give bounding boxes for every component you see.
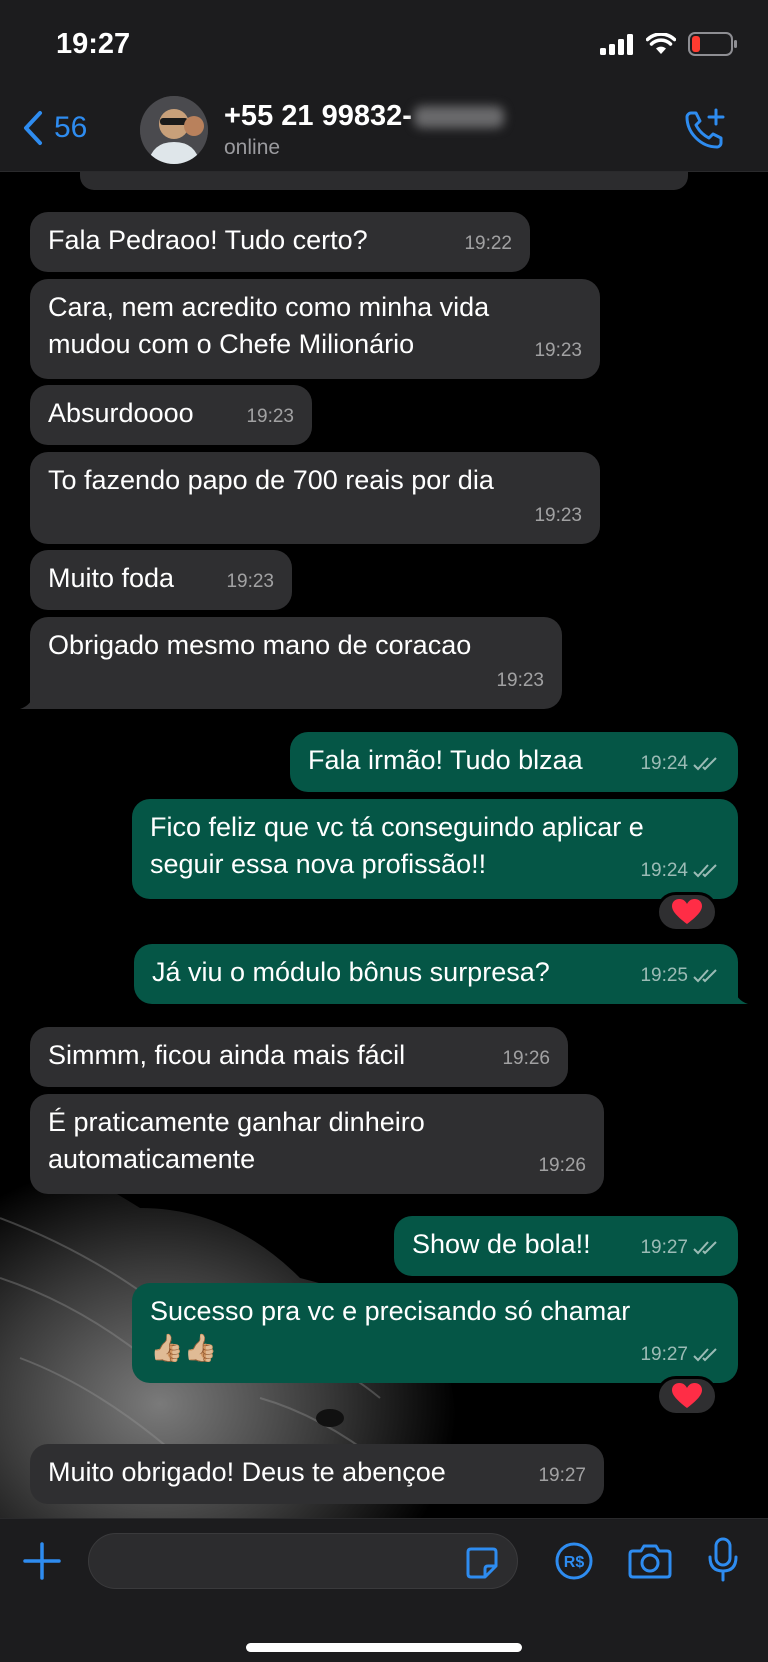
message-time: 19:24 — [640, 745, 720, 782]
back-button[interactable]: 56 — [22, 110, 87, 146]
message-input[interactable] — [88, 1533, 518, 1589]
read-ticks-icon — [693, 968, 717, 982]
message-text: Fala Pedraoo! Tudo certo? — [48, 225, 368, 255]
message-text: Fico feliz que vc tá conseguindo aplicar… — [150, 812, 644, 879]
sticker-button[interactable] — [465, 1546, 499, 1585]
chat-area[interactable]: Fala Pedraoo! Tudo certo? 19:22 Cara, ne… — [0, 172, 768, 1518]
message-time: 19:27 — [640, 1336, 720, 1373]
message-time: 19:24 — [640, 852, 720, 889]
signal-icon — [600, 34, 633, 55]
message-incoming[interactable]: Muito obrigado! Deus te abençoe 19:27 — [30, 1444, 604, 1504]
wifi-icon — [646, 33, 676, 54]
microphone-button[interactable] — [708, 1537, 738, 1588]
heart-icon — [672, 1383, 702, 1408]
message-time: 19:22 — [464, 233, 512, 254]
heart-icon — [672, 899, 702, 924]
message-outgoing[interactable]: Show de bola!! 19:27 — [394, 1216, 738, 1276]
message-time: 19:27 — [640, 1229, 720, 1266]
message-text: Simmm, ficou ainda mais fácil — [48, 1040, 406, 1070]
message-text: É praticamente ganhar dinheiro automatic… — [48, 1107, 425, 1174]
read-ticks-icon — [693, 756, 717, 770]
contact-status: online — [224, 136, 281, 159]
reaction-badge[interactable] — [656, 1376, 718, 1416]
bubble-tail — [20, 693, 40, 709]
message-time: 19:23 — [534, 340, 582, 361]
read-ticks-icon — [693, 1240, 717, 1254]
message-time: 19:26 — [538, 1155, 586, 1176]
reaction-badge[interactable] — [656, 892, 718, 932]
redacted-number — [413, 106, 504, 129]
add-call-button[interactable] — [682, 106, 728, 157]
plus-icon — [23, 1542, 61, 1580]
message-incoming[interactable]: To fazendo papo de 700 reais por dia 19:… — [30, 452, 600, 544]
bubble-tail — [728, 988, 748, 1004]
attach-button[interactable] — [22, 1541, 62, 1586]
message-incoming[interactable]: Cara, nem acredito como minha vida mudou… — [30, 279, 600, 379]
camera-icon — [628, 1544, 672, 1579]
message-time: 19:26 — [502, 1048, 550, 1069]
message-text: To fazendo papo de 700 reais por dia — [48, 465, 494, 495]
message-outgoing[interactable]: Sucesso pra vc e precisando só chamar 👍🏼… — [132, 1283, 738, 1383]
chat-header: 56 +55 21 99832- online — [0, 90, 768, 172]
message-time: 19:23 — [496, 670, 544, 691]
status-icons — [600, 32, 738, 56]
sticker-icon — [466, 1547, 498, 1579]
unread-count: 56 — [54, 111, 88, 144]
back-chevron-icon — [24, 111, 42, 145]
message-text: Muito obrigado! Deus te abençoe — [48, 1457, 446, 1487]
message-time: 19:23 — [226, 571, 274, 592]
microphone-icon — [708, 1537, 738, 1582]
message-text: Obrigado mesmo mano de coracao — [48, 630, 472, 660]
message-time: 19:23 — [246, 406, 294, 427]
message-incoming[interactable]: Absurdoooo 19:23 — [30, 385, 312, 445]
svg-text:R$: R$ — [564, 1554, 585, 1571]
message-outgoing[interactable]: Fico feliz que vc tá conseguindo aplicar… — [132, 799, 738, 899]
message-incoming[interactable]: Muito foda 19:23 — [30, 550, 292, 610]
battery-low-icon — [688, 32, 737, 56]
status-time: 19:27 — [56, 28, 131, 60]
message-text: Já viu o módulo bônus surpresa? — [152, 957, 550, 987]
camera-button[interactable] — [628, 1543, 672, 1584]
message-incoming[interactable]: Simmm, ficou ainda mais fácil 19:26 — [30, 1027, 568, 1087]
message-incoming[interactable]: Obrigado mesmo mano de coracao 19:23 — [20, 617, 562, 709]
message-emoji: 👍🏼👍🏼 — [150, 1333, 218, 1363]
status-bar: 19:27 — [0, 0, 768, 90]
message-incoming[interactable]: Fala Pedraoo! Tudo certo? 19:22 — [30, 212, 530, 272]
message-time: 19:23 — [534, 505, 582, 526]
contact-name[interactable]: +55 21 99832- — [224, 100, 504, 133]
input-bar: R$ — [0, 1518, 768, 1662]
add-call-icon — [685, 108, 725, 149]
message-text: Cara, nem acredito como minha vida mudou… — [48, 292, 490, 359]
message-time: 19:25 — [640, 957, 720, 994]
message-outgoing[interactable]: Fala irmão! Tudo blzaa 19:24 — [290, 732, 738, 792]
message-time: 19:27 — [538, 1465, 586, 1486]
message-incoming[interactable]: É praticamente ganhar dinheiro automatic… — [30, 1094, 604, 1194]
home-indicator — [246, 1643, 522, 1652]
message-text: Sucesso pra vc e precisando só chamar — [150, 1296, 631, 1326]
avatar[interactable] — [140, 96, 208, 164]
message-outgoing[interactable]: Já viu o módulo bônus surpresa? 19:25 — [134, 944, 748, 1004]
payment-button[interactable]: R$ — [554, 1541, 594, 1586]
previous-message-edge — [80, 172, 688, 190]
read-ticks-icon — [693, 863, 717, 877]
read-ticks-icon — [693, 1347, 717, 1361]
payment-icon: R$ — [555, 1542, 593, 1580]
